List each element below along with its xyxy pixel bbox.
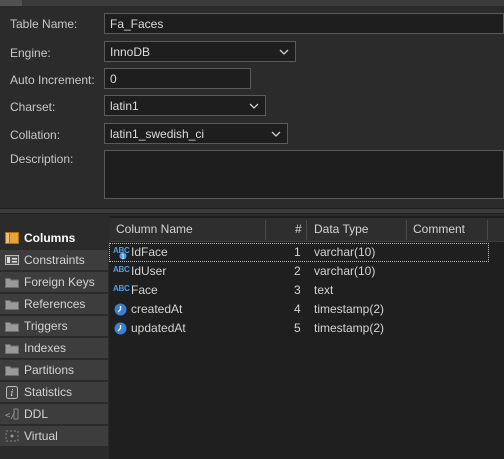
virtual-icon [4, 429, 20, 443]
collation-label: Collation: [10, 128, 61, 142]
sidebar-item-columns[interactable]: Columns [0, 228, 108, 249]
cell-data-type: varchar(10) [314, 245, 376, 259]
sidebar-item-indexes[interactable]: Indexes [0, 338, 108, 359]
chevron-down-icon [278, 46, 290, 58]
sidebar-item-label: DDL [24, 407, 49, 421]
table-row[interactable]: ABC 1 IdFace 1 varchar(10) [109, 243, 489, 262]
ddl-icon: </ [4, 407, 20, 421]
sidebar-item-label: Statistics [24, 385, 73, 399]
cell-column-name: Face [131, 283, 158, 297]
cell-number: 2 [294, 264, 301, 278]
engine-label: Engine: [10, 46, 51, 60]
cell-data-type: text [314, 283, 334, 297]
charset-select[interactable]: latin1 [104, 95, 266, 116]
grid-header: Column Name # Data Type Comment [109, 218, 504, 242]
cell-column-name: IdFace [131, 245, 168, 259]
table-row[interactable]: ABC IdUser 2 varchar(10) [109, 262, 504, 281]
cell-number: 5 [294, 321, 301, 335]
charset-value: latin1 [110, 98, 139, 113]
collation-value: latin1_swedish_ci [110, 126, 205, 141]
constraints-icon [4, 253, 20, 267]
sidebar-item-label: Indexes [24, 341, 67, 355]
folder-icon [4, 275, 20, 289]
cell-number: 4 [294, 302, 301, 316]
collation-select[interactable]: latin1_swedish_ci [104, 123, 288, 144]
top-toolbar-strip [0, 0, 504, 6]
cell-data-type: timestamp(2) [314, 302, 385, 316]
sidebar-item-virtual[interactable]: Virtual [0, 426, 108, 447]
folder-icon [4, 319, 20, 333]
table-row[interactable]: createdAt 4 timestamp(2) [109, 300, 504, 319]
chevron-down-icon [248, 100, 260, 112]
clock-icon [114, 303, 127, 316]
sidebar-item-ddl[interactable]: </ DDL [0, 404, 108, 425]
column-header-data-type[interactable]: Data Type [314, 218, 368, 241]
folder-icon [4, 297, 20, 311]
cell-data-type: timestamp(2) [314, 321, 385, 335]
cell-number: 1 [294, 245, 301, 259]
column-resize-handle[interactable] [265, 220, 266, 240]
sidebar-item-label: Columns [24, 231, 76, 245]
sidebar-item-label: Constraints [24, 253, 85, 267]
chevron-down-icon [270, 128, 282, 140]
sidebar-item-label: Partitions [24, 363, 75, 377]
table-name-value: Fa_Faces [110, 16, 164, 31]
sidebar-item-statistics[interactable]: i Statistics [0, 382, 108, 403]
cell-number: 3 [294, 283, 301, 297]
clock-icon [114, 322, 127, 335]
folder-icon [4, 341, 20, 355]
column-resize-handle[interactable] [306, 220, 307, 240]
table-sections-sidebar: Columns Constraints Foreign Keys Referen… [0, 216, 108, 459]
table-name-label: Table Name: [10, 17, 78, 31]
column-header-name[interactable]: Column Name [116, 218, 193, 241]
description-textarea[interactable] [104, 150, 504, 199]
charset-label: Charset: [10, 100, 56, 114]
svg-text:1: 1 [121, 254, 125, 261]
sidebar-item-triggers[interactable]: Triggers [0, 316, 108, 337]
columns-icon [4, 231, 20, 245]
column-resize-handle[interactable] [406, 220, 407, 240]
description-label: Description: [10, 152, 74, 166]
columns-grid: Column Name # Data Type Comment ABC 1 Id… [109, 216, 504, 459]
auto-increment-value: 0 [110, 71, 117, 86]
table-row[interactable]: updatedAt 5 timestamp(2) [109, 319, 504, 338]
auto-increment-label: Auto Increment: [10, 73, 95, 87]
sidebar-item-label: References [24, 297, 86, 311]
cell-column-name: IdUser [131, 264, 167, 278]
sidebar-item-label: Virtual [24, 429, 58, 443]
cell-column-name: updatedAt [131, 321, 186, 335]
text-icon: ABC [113, 284, 130, 293]
text-icon: ABC [113, 265, 130, 274]
toolbar-segment [0, 0, 22, 6]
panel-splitter[interactable] [0, 208, 504, 214]
sidebar-item-partitions[interactable]: Partitions [0, 360, 108, 381]
svg-text:i: i [11, 389, 14, 399]
sidebar-item-references[interactable]: References [0, 294, 108, 315]
cell-data-type: varchar(10) [314, 264, 376, 278]
table-name-input[interactable]: Fa_Faces [104, 13, 504, 34]
sidebar-item-label: Foreign Keys [24, 275, 95, 289]
sidebar-item-foreign-keys[interactable]: Foreign Keys [0, 272, 108, 293]
table-row[interactable]: ABC Face 3 text [109, 281, 504, 300]
column-header-number[interactable]: # [295, 218, 302, 241]
auto-increment-input[interactable]: 0 [104, 68, 251, 89]
key-badge-icon: 1 [119, 252, 127, 260]
folder-icon [4, 363, 20, 377]
column-resize-handle[interactable] [487, 220, 488, 240]
column-header-comment[interactable]: Comment [413, 218, 465, 241]
info-icon: i [4, 385, 20, 399]
sidebar-item-constraints[interactable]: Constraints [0, 250, 108, 271]
cell-column-name: createdAt [131, 302, 183, 316]
sidebar-item-label: Triggers [24, 319, 68, 333]
engine-select[interactable]: InnoDB [104, 41, 296, 62]
engine-value: InnoDB [110, 44, 151, 59]
